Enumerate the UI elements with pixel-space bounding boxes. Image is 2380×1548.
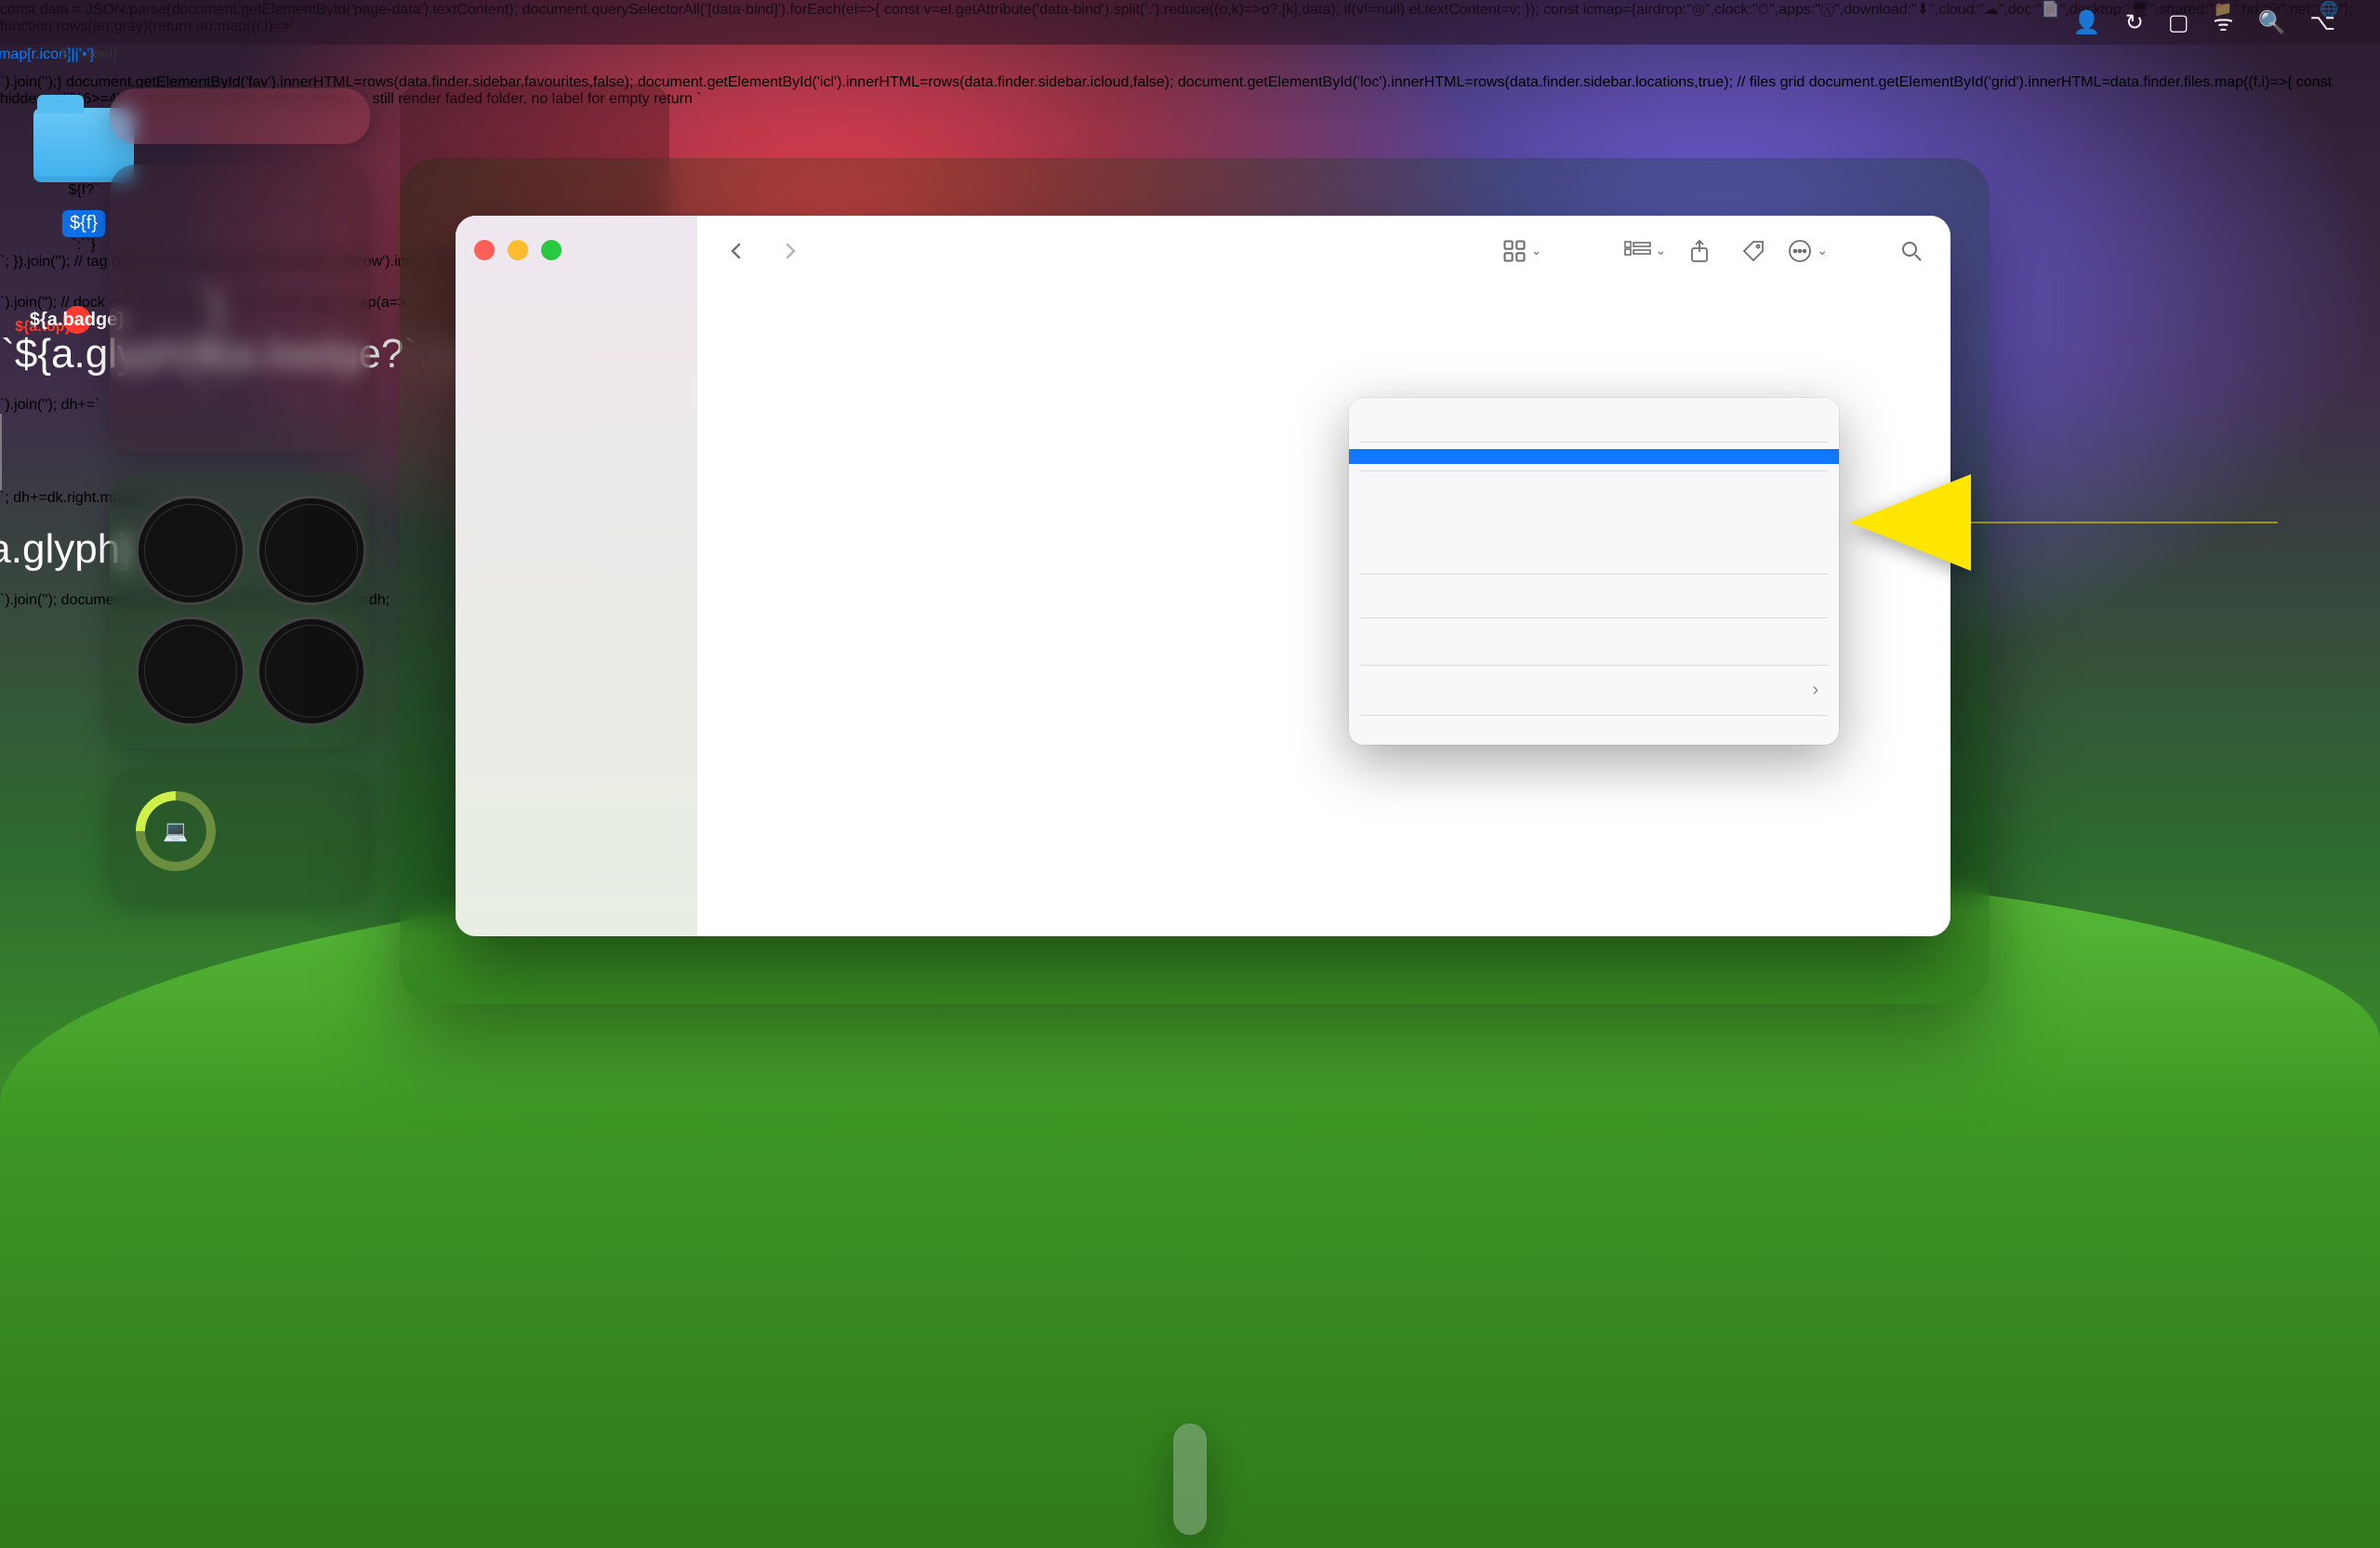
badge: ${a.badge} [63, 306, 91, 334]
laptop-icon: 💻 [163, 819, 188, 843]
forward-button[interactable] [770, 231, 811, 271]
tags-button[interactable] [1733, 231, 1774, 271]
spotlight-icon[interactable]: 🔍 [2257, 9, 2285, 36]
close-button[interactable] [474, 240, 495, 260]
share-button[interactable] [1679, 231, 1720, 271]
back-button[interactable] [716, 231, 757, 271]
dock-${a.name}[interactable]: ${a.top?`${a.top}${a.glyph}`:`${a.glyph}… [0, 311, 86, 397]
ctx-share[interactable] [1349, 596, 1839, 611]
battery-icon[interactable]: ▢ [2168, 9, 2189, 36]
reminders-widget[interactable] [110, 165, 370, 453]
ctx-copy[interactable] [1349, 581, 1839, 596]
ctx-open-tabs[interactable] [1349, 420, 1839, 435]
world-clock [257, 496, 366, 605]
section-favourites [456, 271, 697, 290]
view-icons-button[interactable]: ⌄ [1501, 238, 1542, 264]
finder-toolbar: ⌄ ⌄ ⌄ [697, 216, 1950, 286]
world-clock [136, 616, 245, 726]
ctx-rename[interactable] [1349, 493, 1839, 508]
ctx-duplicate[interactable] [1349, 523, 1839, 537]
file-label: ${f} [62, 210, 105, 237]
menubar: 👤 ↻ ▢ ᯤ 🔍 ⌥ [0, 0, 2380, 45]
context-menu: › [1349, 398, 1839, 745]
ctx-tag-colors [1349, 625, 1839, 643]
tag-color[interactable] [0, 271, 24, 295]
ctx-make-alias[interactable] [1349, 537, 1839, 552]
world-clock [257, 616, 366, 726]
section-icloud [456, 290, 697, 309]
dock-separator [0, 414, 2, 490]
world-clocks-widget[interactable] [110, 473, 370, 748]
minimize-button[interactable] [508, 240, 528, 260]
${r.icon}-icon: ${icmap[r.icon]||'•'} [22, 43, 46, 67]
section-locations [456, 309, 697, 327]
wifi-icon[interactable]: ᯤ [2214, 7, 2234, 38]
ctx-send-to-bear[interactable] [1349, 722, 1839, 737]
sidebar-item-label: ${r.label} [60, 46, 117, 63]
ctx-new-folder[interactable] [1349, 405, 1839, 420]
search-button[interactable] [1891, 231, 1932, 271]
dock [1173, 1423, 1207, 1535]
ctx-compress[interactable] [1349, 508, 1839, 523]
ctx-quick-look[interactable] [1349, 552, 1839, 567]
group-button[interactable]: ⌄ [1624, 241, 1667, 261]
control-center-icon[interactable]: ⌥ [2309, 9, 2335, 36]
ctx-tags[interactable] [1349, 643, 1839, 658]
weather-widget[interactable] [110, 88, 370, 144]
maximize-button[interactable] [541, 240, 562, 260]
world-clock [136, 496, 245, 605]
user-icon[interactable]: 👤 [2073, 9, 2101, 36]
ctx-get-info[interactable] [1349, 478, 1839, 493]
battery-widget[interactable]: 💻 [110, 769, 370, 903]
finder-sidebar [456, 216, 697, 936]
more-button[interactable]: ⌄ [1787, 238, 1828, 264]
ctx-move-to-bin[interactable] [1349, 449, 1839, 464]
ctx-quick-actions[interactable]: › [1349, 672, 1839, 708]
timemachine-icon[interactable]: ↻ [2125, 9, 2144, 36]
dock-${a.name}[interactable]: ${a.glyph} [0, 507, 86, 592]
annotation-arrow [1841, 457, 2287, 592]
